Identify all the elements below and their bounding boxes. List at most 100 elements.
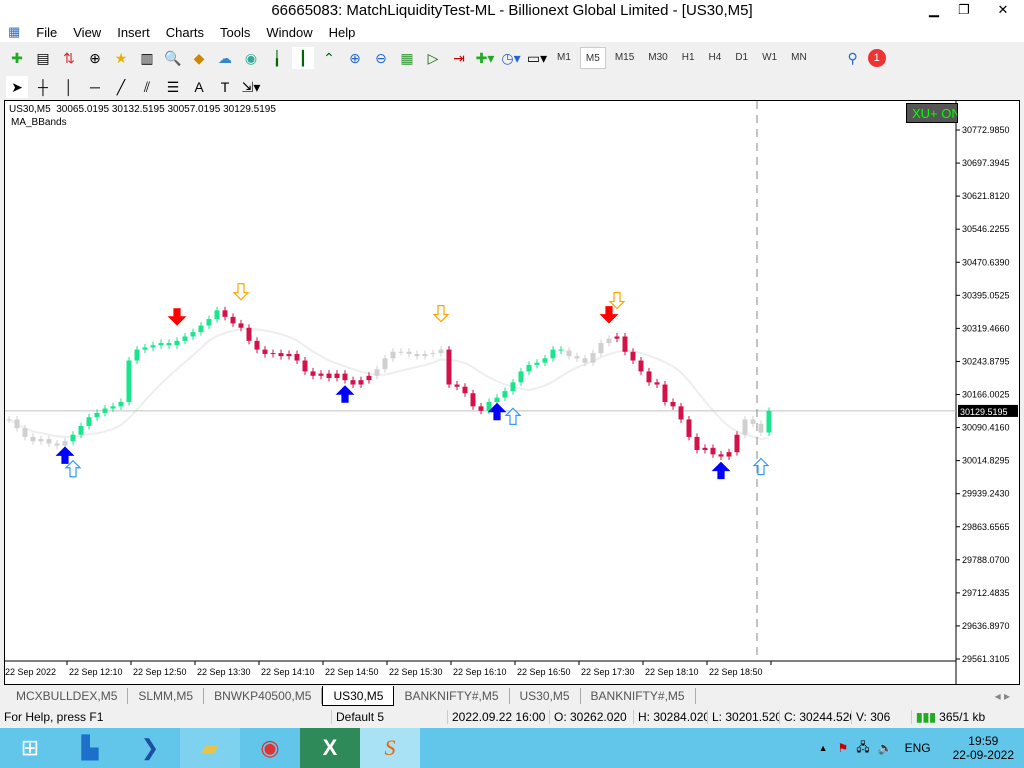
tf-h4[interactable]: H4 [704,47,727,69]
candle-body [246,327,252,341]
server-manager-icon[interactable]: ▙ [60,728,120,768]
candle-body [206,319,212,326]
chart-tab[interactable]: MCXBULLDEX,M5 [6,688,129,704]
minimize-button[interactable]: ▁ [920,0,948,20]
menu-insert[interactable]: Insert [109,25,158,40]
candle-body [390,351,396,359]
candle-body [54,443,60,446]
y-tick-label: 30470.6390 [962,257,1010,267]
search-icon[interactable]: ⚲ [842,47,864,69]
chrome-icon[interactable]: ◉ [240,728,300,768]
maximize-button[interactable]: ❐ [950,0,978,20]
signals-icon[interactable]: ◉ [240,47,262,69]
language-indicator[interactable]: ENG [905,741,931,755]
menu-view[interactable]: View [65,25,109,40]
tf-m1[interactable]: M1 [552,47,576,69]
tf-w1[interactable]: W1 [757,47,782,69]
tray-expand-icon[interactable]: ▲ [819,743,828,753]
candle-body [638,360,644,372]
market-watch-icon[interactable]: ⇅ [58,47,80,69]
vertical-line-icon[interactable]: │ [58,76,80,98]
candle-body [742,419,748,435]
powershell-icon[interactable]: ❯ [120,728,180,768]
menu-help[interactable]: Help [321,25,364,40]
profiles-icon[interactable]: ▤ [32,47,54,69]
tf-mn[interactable]: MN [786,47,812,69]
crosshair-navigator-icon[interactable]: ⊕ [84,47,106,69]
indicators-icon[interactable]: ✚▾ [474,47,496,69]
text-label-icon[interactable]: T [214,76,236,98]
status-bar: For Help, press F1 Default 5 2022.09.22 … [0,707,1024,727]
menu-window[interactable]: Window [258,25,320,40]
start-button[interactable]: ⊞ [0,728,60,768]
taskbar: ⊞ ▙ ❯ ▰ ◉ X S ▲ ⚑ 🖧 🔈 ENG 19:59 22-09-20… [0,728,1024,768]
bar-chart-icon[interactable]: ╽ [266,47,288,69]
candle-body [214,310,220,320]
menu-charts[interactable]: Charts [158,25,212,40]
cursor-icon[interactable]: ➤ [6,76,28,98]
equidistant-channel-icon[interactable]: ⫽ [136,76,158,98]
metaeditor-icon[interactable]: ◆ [188,47,210,69]
x-tick-label: 22 Sep 17:30 [581,667,635,677]
tf-d1[interactable]: D1 [730,47,753,69]
text-icon[interactable]: A [188,76,210,98]
chart-tab[interactable]: BANKNIFTY#,M5 [394,688,510,704]
candle-body [622,336,628,352]
close-button[interactable]: ✕ [985,0,1021,20]
line-chart-icon[interactable]: ⌃ [318,47,340,69]
zoom-out-icon[interactable]: ⊖ [370,47,392,69]
chart-tab[interactable]: SLMM,M5 [128,688,205,704]
autoscroll-icon[interactable]: ▷ [422,47,444,69]
status-low: L: 30201.520 [708,710,780,724]
fibonacci-icon[interactable]: ☰ [162,76,184,98]
menu-tools[interactable]: Tools [212,25,258,40]
x-tick-label: 22 Sep 16:50 [517,667,571,677]
terminal-icon[interactable]: ▥ [136,47,158,69]
tile-windows-icon[interactable]: ▦ [396,47,418,69]
candle-body [398,351,404,353]
periods-clock-icon[interactable]: ◷▾ [500,47,522,69]
strategy-tester-icon[interactable]: 🔍 [162,47,184,69]
candle-body [558,349,564,351]
candle-body [254,340,260,350]
trendline-icon[interactable]: ╱ [110,76,132,98]
crosshair-icon[interactable]: ┼ [32,76,54,98]
chart-tab[interactable]: BNWKP40500,M5 [204,688,323,704]
horizontal-line-icon[interactable]: ─ [84,76,106,98]
volume-icon[interactable]: 🔈 [878,741,893,755]
favorites-icon[interactable]: ★ [110,47,132,69]
chart-shift-icon[interactable]: ⇥ [448,47,470,69]
y-tick-label: 29561.3105 [962,654,1010,664]
tf-h1[interactable]: H1 [677,47,700,69]
candlestick-icon[interactable]: ┃ [292,47,314,69]
y-tick-label: 29939.2430 [962,489,1010,499]
notifications-icon[interactable]: 1 [867,49,886,67]
chart-tab[interactable]: BANKNIFTY#,M5 [581,688,696,704]
chart-window[interactable]: 30772.9850 30697.3945 30621.8120 30546.2255… [4,100,1020,685]
arrows-icon[interactable]: ⇲▾ [240,76,262,98]
templates-icon[interactable]: ▭▾ [526,47,548,69]
new-chart-icon[interactable]: ✚ [6,47,28,69]
tab-scroll-arrows[interactable]: ◂ ▸ [995,689,1010,703]
tf-m15[interactable]: M15 [610,47,639,69]
menu-file[interactable]: File [28,25,65,40]
candle-body [302,360,308,372]
chart-tab[interactable]: US30,M5 [510,688,581,704]
trading-terminal-icon[interactable]: S [360,728,420,768]
excel-icon[interactable]: X [300,728,360,768]
candle-body [590,353,596,363]
candle-body [734,434,740,453]
status-profile: Default 5 [332,710,448,724]
candle-body [670,401,676,407]
chart-tab[interactable]: US30,M5 [322,686,395,706]
tf-m5[interactable]: M5 [579,47,606,69]
sell-arrow-icon [167,308,187,326]
file-explorer-icon[interactable]: ▰ [180,728,240,768]
clock[interactable]: 19:59 22-09-2022 [953,734,1014,762]
network-icon[interactable]: 🖧 [856,738,869,759]
zoom-in-icon[interactable]: ⊕ [344,47,366,69]
tf-m30[interactable]: M30 [643,47,672,69]
action-center-icon[interactable]: ⚑ [837,741,848,755]
cloud-icon[interactable]: ☁ [214,47,236,69]
candle-body [86,417,92,426]
